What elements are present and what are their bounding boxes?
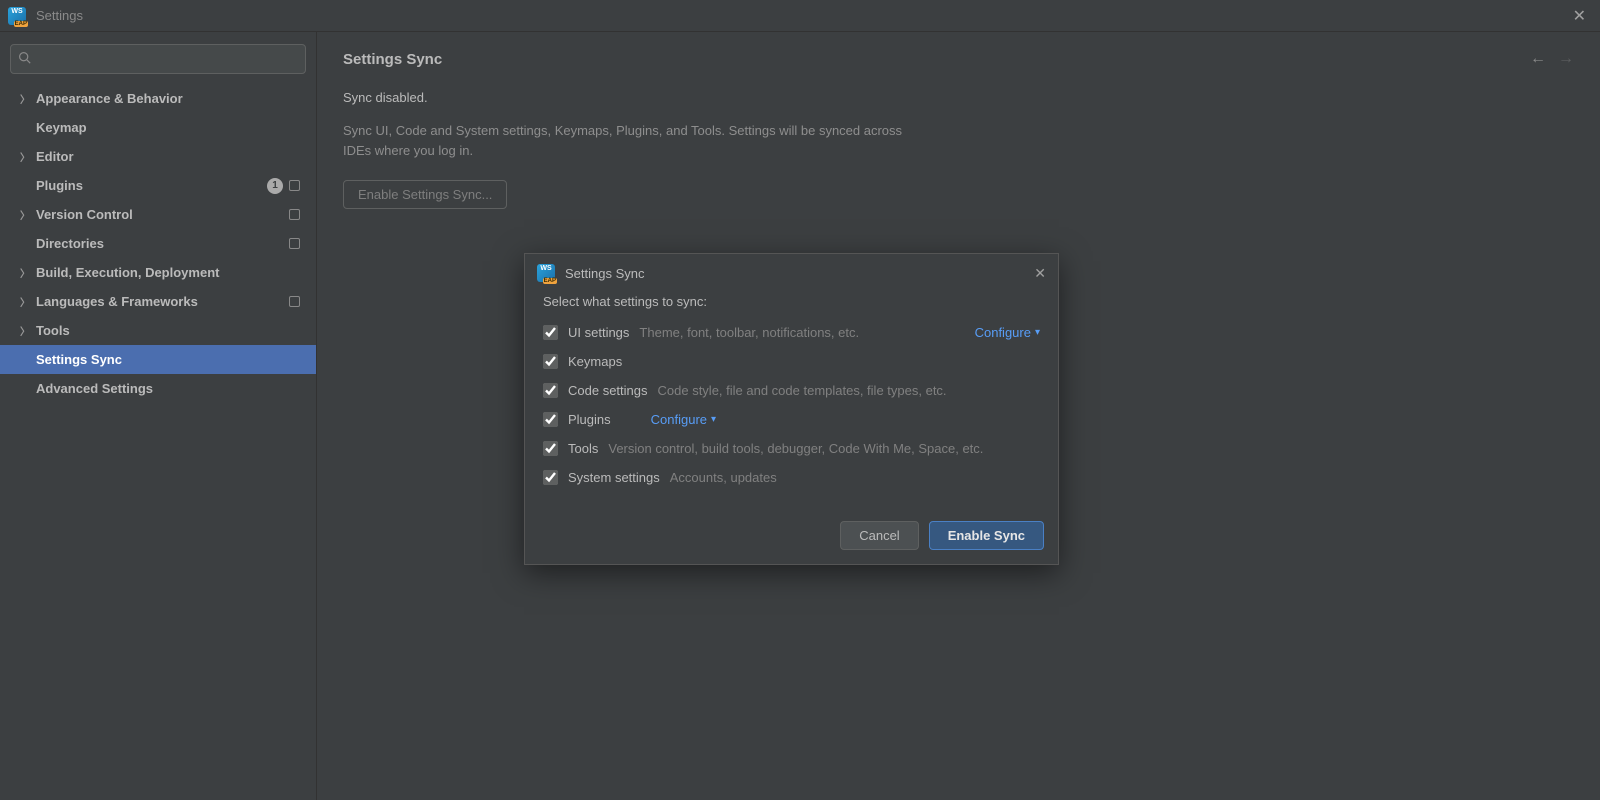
sidebar-item-settings-sync[interactable]: Settings Sync [0,345,316,374]
settings-sync-dialog: WS Settings Sync ✕ Select what settings … [524,253,1059,565]
enable-settings-sync-button[interactable]: Enable Settings Sync... [343,180,507,209]
chevron-down-icon: ▾ [711,414,716,425]
sync-option-system-settings: System settings Accounts, updates [543,470,1040,485]
chevron-right-icon: 〉 [20,91,36,106]
sync-status: Sync disabled. [343,90,1574,105]
option-desc: Code style, file and code templates, fil… [658,383,1041,398]
sync-option-code-settings: Code settings Code style, file and code … [543,383,1040,398]
sidebar-item-editor[interactable]: 〉 Editor [10,142,306,171]
option-label: System settings [568,470,660,485]
chevron-right-icon: 〉 [20,323,36,338]
sync-option-tools: Tools Version control, build tools, debu… [543,441,1040,456]
app-icon: WS [8,7,26,25]
chevron-down-icon: ▾ [1035,327,1040,338]
chevron-right-icon: 〉 [20,207,36,222]
sidebar-item-tools[interactable]: 〉 Tools [10,316,306,345]
settings-sidebar: 〉 Appearance & Behavior Keymap 〉 Editor … [0,32,317,800]
dialog-prompt: Select what settings to sync: [543,294,1040,309]
sidebar-item-appearance-behavior[interactable]: 〉 Appearance & Behavior [10,84,306,113]
option-label: UI settings [568,325,629,340]
sidebar-item-version-control[interactable]: 〉 Version Control [10,200,306,229]
option-label: Keymaps [568,354,622,369]
option-label: Tools [568,441,598,456]
checkbox-system-settings[interactable] [543,470,558,485]
option-desc: Theme, font, toolbar, notifications, etc… [639,325,964,340]
option-label: Code settings [568,383,648,398]
sync-option-plugins: Plugins Configure▾ [543,412,1040,427]
nav-forward-icon[interactable]: → [1558,50,1574,68]
sidebar-item-keymap[interactable]: Keymap [10,113,306,142]
configure-ui-settings-link[interactable]: Configure▾ [975,325,1040,340]
project-marker-icon [289,296,300,307]
option-desc: Accounts, updates [670,470,1040,485]
project-marker-icon [289,180,300,191]
window-title: Settings [36,8,83,23]
checkbox-tools[interactable] [543,441,558,456]
plugins-badge: 1 [267,178,283,194]
chevron-right-icon: 〉 [20,265,36,280]
sidebar-item-advanced-settings[interactable]: Advanced Settings [10,374,306,403]
window-close-icon[interactable]: ✕ [1567,4,1592,28]
configure-plugins-link[interactable]: Configure▾ [651,412,716,427]
sidebar-item-directories[interactable]: Directories [10,229,306,258]
checkbox-ui-settings[interactable] [543,325,558,340]
sidebar-item-build-execution-deployment[interactable]: 〉 Build, Execution, Deployment [10,258,306,287]
checkbox-code-settings[interactable] [543,383,558,398]
checkbox-keymaps[interactable] [543,354,558,369]
dialog-title: Settings Sync [565,266,645,281]
page-title: Settings Sync [343,51,442,68]
app-icon: WS [537,264,555,282]
search-icon [18,51,31,67]
project-marker-icon [289,238,300,249]
nav-back-icon[interactable]: ← [1530,50,1546,68]
search-input[interactable] [10,44,306,74]
checkbox-plugins[interactable] [543,412,558,427]
project-marker-icon [289,209,300,220]
option-desc: Version control, build tools, debugger, … [608,441,1040,456]
sync-description: Sync UI, Code and System settings, Keyma… [343,121,903,160]
sidebar-item-languages-frameworks[interactable]: 〉 Languages & Frameworks [10,287,306,316]
sync-option-ui-settings: UI settings Theme, font, toolbar, notifi… [543,325,1040,340]
enable-sync-button[interactable]: Enable Sync [929,521,1044,550]
option-label: Plugins [568,412,611,427]
chevron-right-icon: 〉 [20,149,36,164]
sync-option-keymaps: Keymaps [543,354,1040,369]
dialog-close-icon[interactable]: ✕ [1034,265,1046,282]
sidebar-item-plugins[interactable]: Plugins 1 [10,171,306,200]
cancel-button[interactable]: Cancel [840,521,918,550]
chevron-right-icon: 〉 [20,294,36,309]
title-bar: WS Settings ✕ [0,0,1600,32]
